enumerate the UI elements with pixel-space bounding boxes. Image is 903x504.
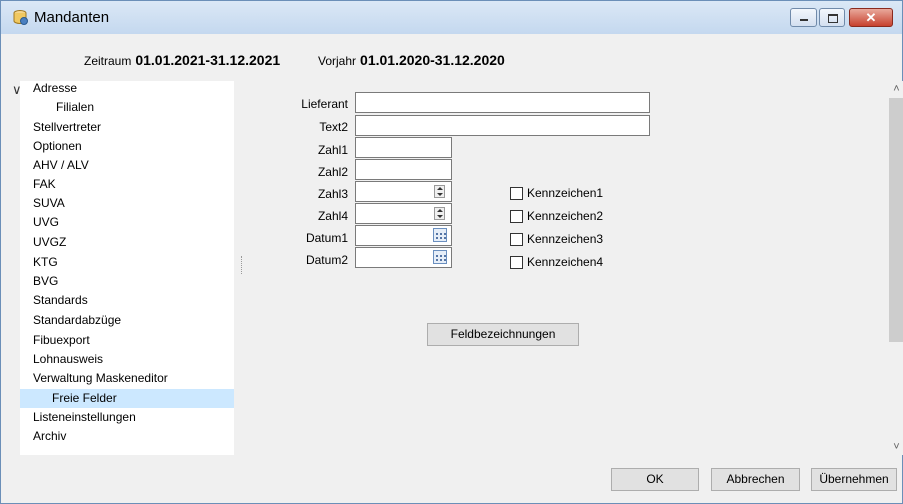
kennzeichen4-label: Kennzeichen4: [527, 255, 604, 269]
checkbox-box[interactable]: [510, 256, 523, 269]
zahl4-label: Zahl4: [317, 209, 348, 223]
lieferant-label: Lieferant: [301, 97, 348, 111]
zahl2-label: Zahl2: [317, 165, 348, 179]
sidebar-item-fibuexport[interactable]: Fibuexport: [33, 331, 90, 350]
zeitraum-value: 01.01.2021-31.12.2021: [135, 52, 281, 68]
zahl1-field[interactable]: [355, 137, 452, 158]
scroll-up-icon[interactable]: ˄: [889, 83, 903, 95]
zahl4-spin-icon[interactable]: [434, 207, 445, 220]
calendar-icon[interactable]: [433, 250, 447, 264]
vorjahr-display: Vorjahr 01.01.2020-31.12.2020: [318, 52, 505, 68]
ok-button[interactable]: OK: [611, 468, 699, 491]
sidebar-item-listeneinstellungen[interactable]: Listeneinstellungen: [33, 408, 136, 427]
text2-label: Text2: [319, 120, 348, 134]
scroll-down-icon[interactable]: ˅: [889, 441, 903, 453]
vorjahr-label: Vorjahr: [318, 54, 357, 68]
calendar-icon[interactable]: [433, 228, 447, 242]
sidebar-item-suva[interactable]: SUVA: [33, 194, 65, 213]
mandanten-window: Mandanten ✕ Zeitraum 01.01.2021-31.12.202…: [0, 0, 903, 504]
lieferant-field[interactable]: [355, 92, 650, 113]
chevron-down-icon[interactable]: ∨: [12, 82, 22, 98]
sidebar-item-verwaltung-maskeneditor[interactable]: Verwaltung Maskeneditor: [33, 369, 168, 388]
maximize-icon: [828, 14, 838, 23]
sidebar-item-standards[interactable]: Standards: [33, 291, 88, 310]
cancel-button[interactable]: Abbrechen: [711, 468, 800, 491]
close-button[interactable]: ✕: [849, 8, 893, 27]
sidebar-item-uvg[interactable]: UVG: [33, 213, 59, 232]
sidebar-item-lohnausweis[interactable]: Lohnausweis: [33, 350, 103, 369]
text2-field[interactable]: [355, 115, 650, 136]
sidebar-item-freie-felder[interactable]: Freie Felder: [20, 389, 234, 408]
sidebar-item-adresse[interactable]: Adresse: [33, 79, 77, 98]
zahl3-label: Zahl3: [317, 187, 348, 201]
zahl3-spin-icon[interactable]: [434, 185, 445, 198]
close-icon: ✕: [865, 10, 877, 25]
sidebar-item-uvgz[interactable]: UVGZ: [33, 233, 66, 252]
sidebar-item-ktg[interactable]: KTG: [33, 253, 58, 272]
datum2-label: Datum2: [305, 253, 348, 267]
kennzeichen2-label: Kennzeichen2: [527, 209, 604, 223]
sidebar-item-stellvertreter[interactable]: Stellvertreter: [33, 118, 101, 137]
sidebar-item-fak[interactable]: FAK: [33, 175, 56, 194]
minimize-icon: [800, 19, 808, 21]
window-title: Mandanten: [34, 9, 110, 26]
checkbox-box[interactable]: [510, 210, 523, 223]
vorjahr-value: 01.01.2020-31.12.2020: [360, 52, 505, 68]
sidebar-item-bvg[interactable]: BVG: [33, 272, 58, 291]
apply-button[interactable]: Übernehmen: [811, 468, 897, 491]
kennzeichen1-label: Kennzeichen1: [527, 186, 604, 200]
checkbox-box[interactable]: [510, 187, 523, 200]
sidebar-item-standardabzuege[interactable]: Standardabzüge: [33, 311, 121, 330]
kennzeichen3-label: Kennzeichen3: [527, 232, 604, 246]
zeitraum-label: Zeitraum: [84, 54, 132, 68]
sidebar-item-filialen[interactable]: Filialen: [56, 98, 94, 117]
datum1-label: Datum1: [305, 231, 348, 245]
zahl2-field[interactable]: [355, 159, 452, 180]
sidebar-item-optionen[interactable]: Optionen: [33, 137, 82, 156]
minimize-button[interactable]: [790, 8, 817, 27]
sidebar-item-archiv[interactable]: Archiv: [33, 427, 66, 446]
sidebar-item-ahv-alv[interactable]: AHV / ALV: [33, 156, 89, 175]
splitter-handle[interactable]: [241, 256, 244, 274]
feldbezeichnungen-button[interactable]: Feldbezeichnungen: [427, 323, 579, 346]
title-bar[interactable]: Mandanten ✕: [1, 1, 902, 34]
zeitraum-display: Zeitraum 01.01.2021-31.12.2021: [84, 52, 280, 68]
database-icon: [13, 10, 28, 25]
maximize-button[interactable]: [819, 8, 845, 27]
zahl1-label: Zahl1: [317, 143, 348, 157]
scrollbar-thumb[interactable]: [889, 98, 903, 342]
checkbox-box[interactable]: [510, 233, 523, 246]
